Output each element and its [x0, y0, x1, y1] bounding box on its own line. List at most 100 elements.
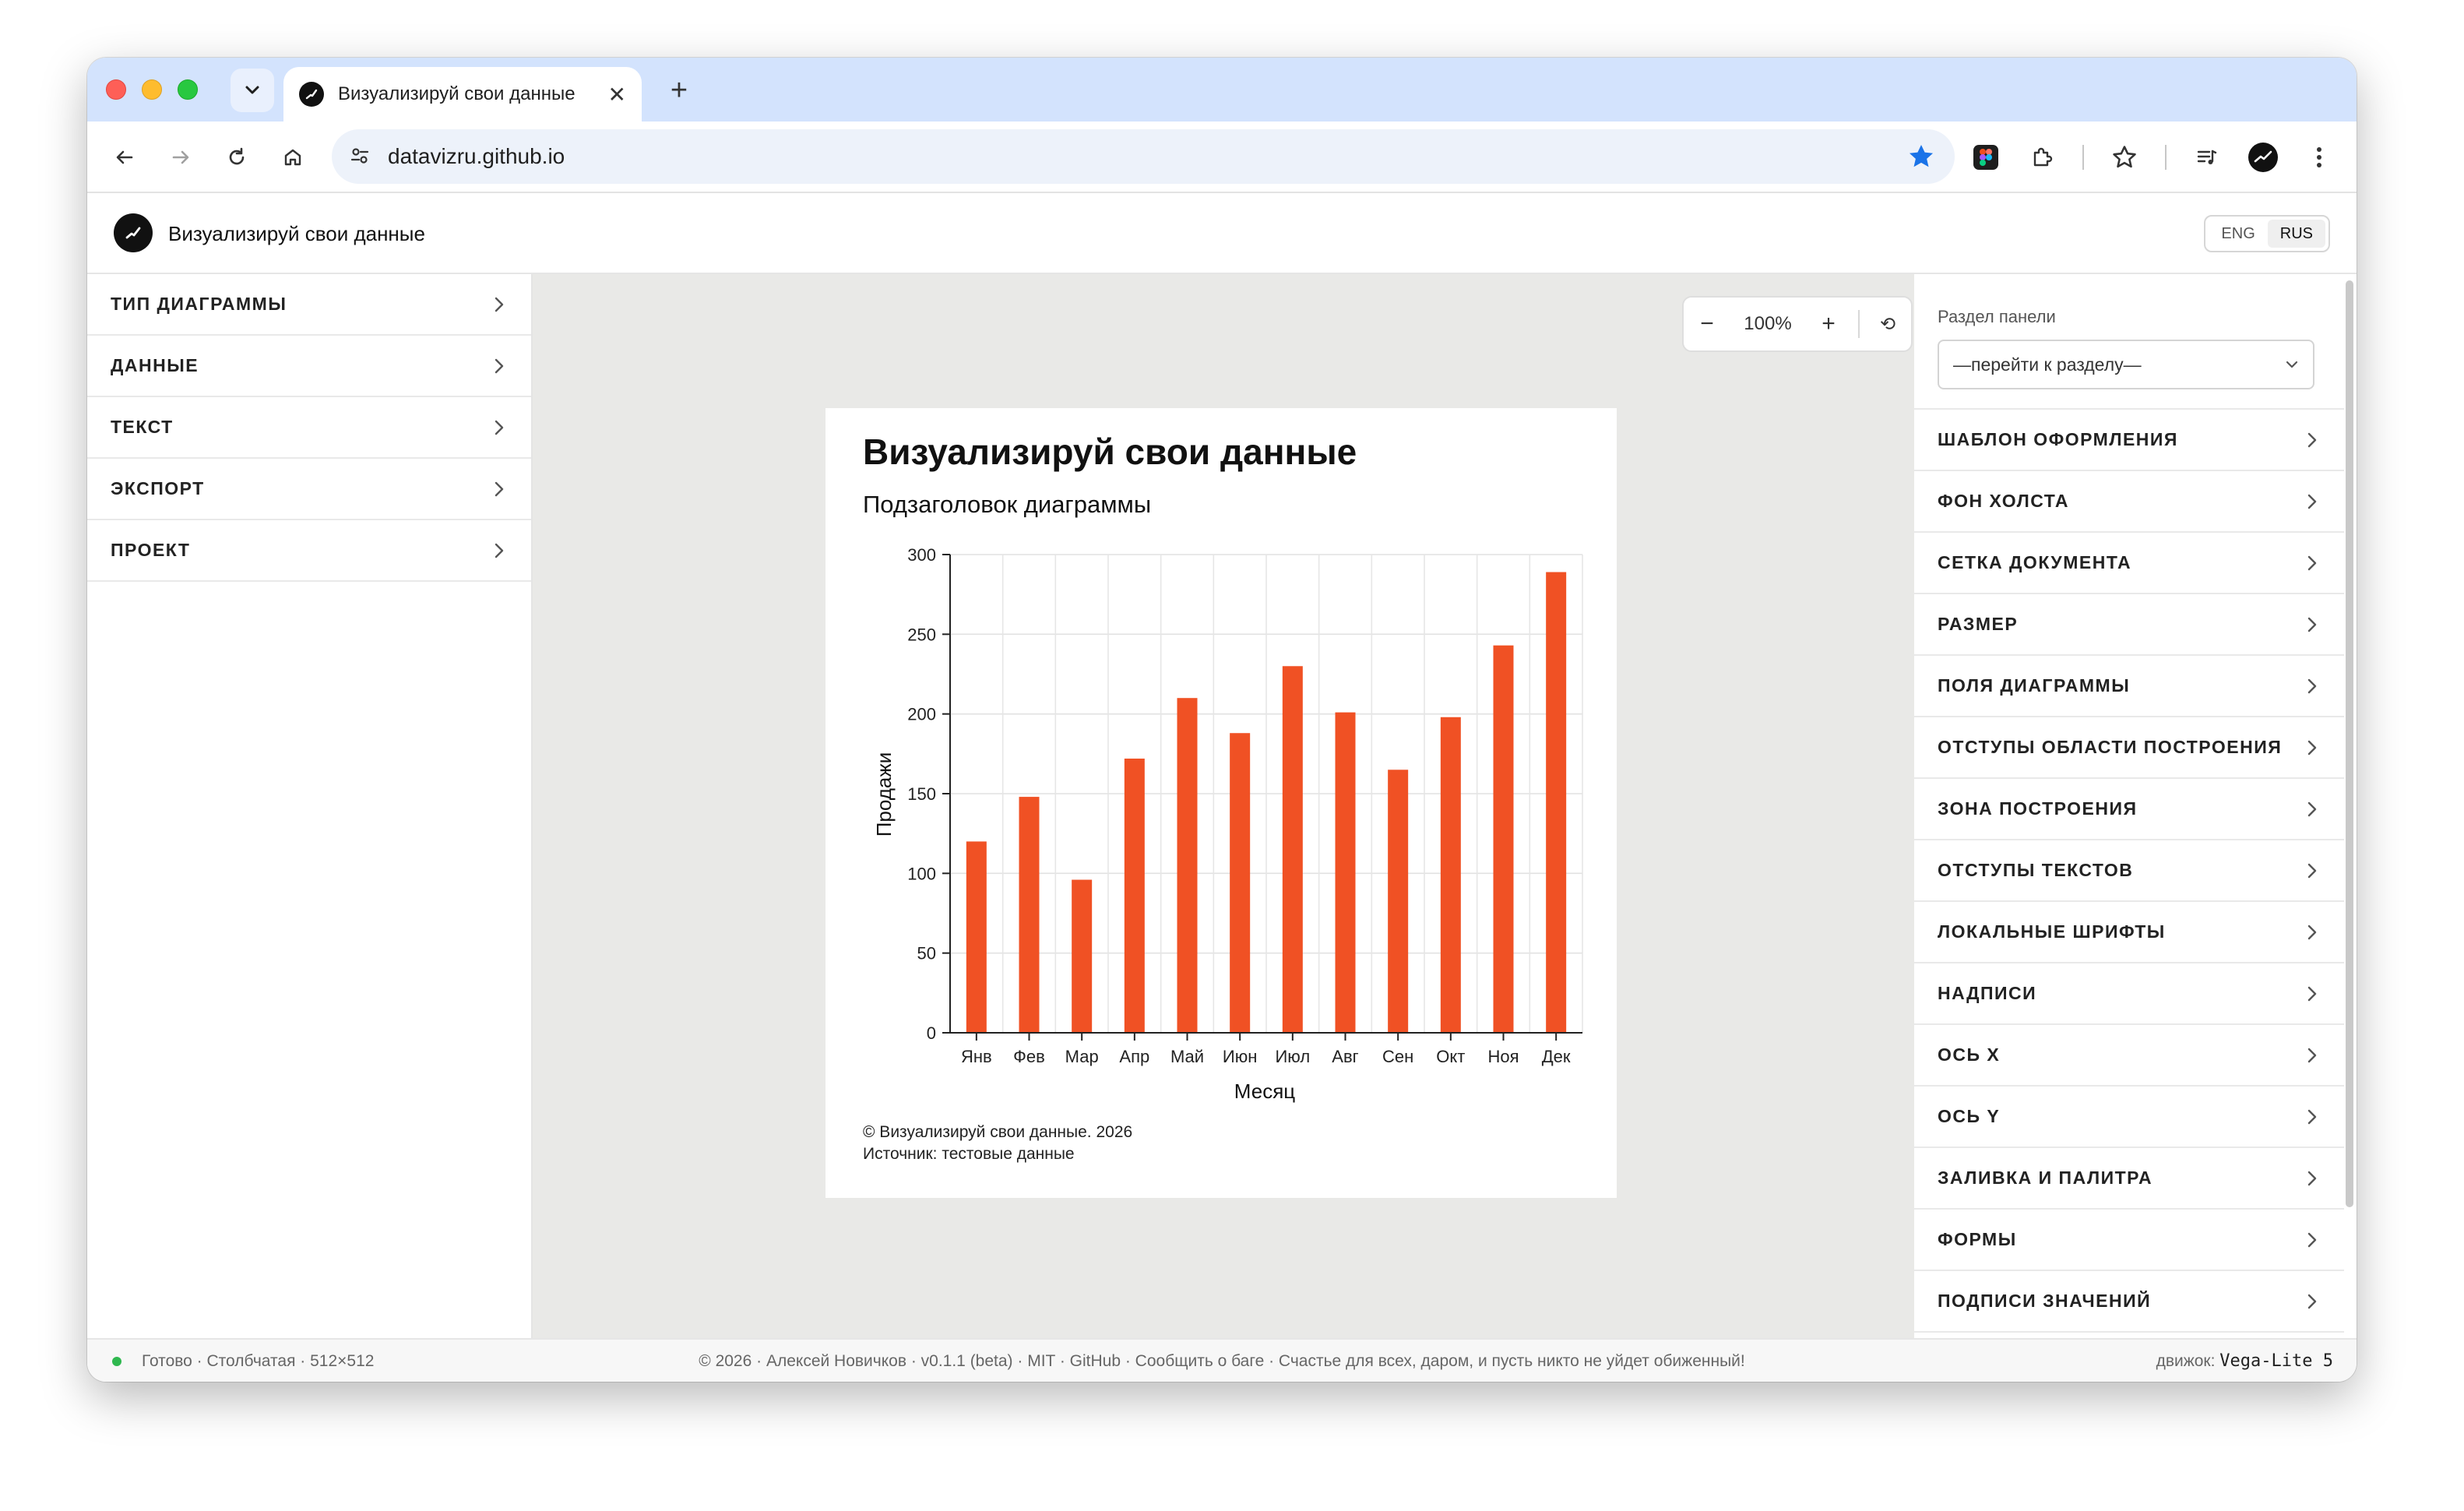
- settings-item-label: ПОДПИСИ ЗНАЧЕНИЙ: [1938, 1291, 2152, 1311]
- browser-tab[interactable]: Визуализируй свои данные ✕: [283, 67, 642, 122]
- lang-rus-button[interactable]: RUS: [2267, 220, 2325, 248]
- chart-card: Визуализируй свои данные Подзаголовок ди…: [825, 408, 1617, 1198]
- sidebar-item-label: ПРОЕКТ: [111, 540, 191, 560]
- y-tick-label: 0: [927, 1023, 936, 1043]
- menu-kebab-icon[interactable]: [2299, 137, 2339, 178]
- chevron-right-icon: [2304, 739, 2321, 756]
- extensions-icon[interactable]: [2022, 137, 2062, 178]
- bar[interactable]: [966, 841, 987, 1033]
- bar[interactable]: [1019, 797, 1040, 1033]
- y-tick-label: 50: [917, 944, 936, 963]
- settings-item[interactable]: НАДПИСИ: [1914, 963, 2344, 1025]
- chevron-right-icon: [2304, 1108, 2321, 1125]
- close-window-button[interactable]: [106, 79, 126, 100]
- zoom-in-button[interactable]: +: [1805, 311, 1852, 337]
- settings-item[interactable]: ШАБЛОН ОФОРМЛЕНИЯ: [1914, 410, 2344, 471]
- x-tick-label: Ноя: [1487, 1047, 1519, 1066]
- settings-item[interactable]: РАЗМЕР: [1914, 594, 2344, 656]
- settings-item[interactable]: ЗАЛИВКА И ПАЛИТРА: [1914, 1148, 2344, 1210]
- settings-item-label: РАЗМЕР: [1938, 614, 2019, 634]
- settings-item[interactable]: ФОН ХОЛСТА: [1914, 471, 2344, 533]
- bar[interactable]: [1388, 770, 1409, 1033]
- zoom-reset-icon[interactable]: ⟲: [1866, 313, 1910, 336]
- chevron-down-icon: [2286, 361, 2298, 368]
- settings-item[interactable]: СЕТКА ДОКУМЕНТА: [1914, 533, 2344, 594]
- profile-avatar[interactable]: [2243, 137, 2283, 178]
- settings-item[interactable]: ПОДПИСИ ЗНАЧЕНИЙ: [1914, 1271, 2344, 1333]
- home-button[interactable]: [273, 137, 313, 178]
- engine-info: движок: Vega-Lite 5: [2156, 1340, 2333, 1382]
- bar[interactable]: [1335, 712, 1356, 1033]
- settings-item[interactable]: ФОРМЫ: [1914, 1210, 2344, 1271]
- settings-item[interactable]: ОСЬ Y: [1914, 1087, 2344, 1148]
- bar[interactable]: [1493, 645, 1514, 1033]
- arrow-right-icon: [172, 150, 189, 164]
- tab-search-button[interactable]: [231, 69, 274, 112]
- settings-item-label: ОТСТУПЫ ОБЛАСТИ ПОСТРОЕНИЯ: [1938, 737, 2283, 757]
- sidebar-item-chart-type[interactable]: ТИП ДИАГРАММЫ: [87, 274, 531, 336]
- engine-label: движок:: [2156, 1352, 2216, 1370]
- x-tick-label: Апр: [1119, 1047, 1149, 1066]
- site-settings-icon[interactable]: [344, 140, 375, 171]
- arrow-left-icon: [116, 150, 133, 164]
- figma-extension-icon[interactable]: [1966, 137, 2006, 178]
- tab-close-icon[interactable]: ✕: [608, 82, 626, 107]
- bar[interactable]: [1440, 717, 1461, 1033]
- language-switch: ENG RUS: [2204, 215, 2330, 252]
- bar[interactable]: [1177, 698, 1198, 1033]
- address-bar[interactable]: datavizru.github.io: [332, 129, 1955, 184]
- chart-subtitle: Подзаголовок диаграммы: [863, 491, 1151, 518]
- maximize-window-button[interactable]: [178, 79, 198, 100]
- zoom-out-button[interactable]: −: [1684, 311, 1730, 337]
- settings-item-label: ОСЬ X: [1938, 1044, 2001, 1065]
- sidebar-item-text[interactable]: ТЕКСТ: [87, 397, 531, 459]
- reload-button[interactable]: [216, 137, 257, 178]
- y-tick-label: 250: [907, 625, 936, 644]
- x-tick-label: Окт: [1436, 1047, 1465, 1066]
- chevron-right-icon: [2304, 1293, 2321, 1310]
- settings-item[interactable]: ПОЛЯ ДИАГРАММЫ: [1914, 656, 2344, 717]
- settings-item-label: ФОРМЫ: [1938, 1229, 2017, 1249]
- chevron-down-icon: [245, 86, 259, 94]
- y-axis-label: Продажи: [872, 752, 896, 837]
- sidebar-item-project[interactable]: ПРОЕКТ: [87, 520, 531, 582]
- bar[interactable]: [1546, 572, 1567, 1033]
- new-tab-button[interactable]: +: [660, 72, 698, 109]
- chevron-right-icon: [491, 481, 508, 498]
- bar[interactable]: [1124, 758, 1145, 1033]
- x-axis-label: Месяц: [1234, 1080, 1295, 1103]
- chevron-right-icon: [2304, 1231, 2321, 1249]
- bar[interactable]: [1230, 733, 1251, 1033]
- chart-footer-source: Источник: тестовые данные: [863, 1145, 1075, 1163]
- bar[interactable]: [1072, 879, 1093, 1033]
- right-sidebar: Раздел панели —перейти к разделу— ШАБЛОН…: [1914, 274, 2357, 1338]
- media-controls-icon[interactable]: [2187, 137, 2227, 178]
- url-text[interactable]: datavizru.github.io: [388, 129, 565, 184]
- lang-eng-button[interactable]: ENG: [2209, 220, 2267, 248]
- chevron-right-icon: [491, 357, 508, 375]
- sidebar-item-label: ДАННЫЕ: [111, 355, 199, 375]
- scrollbar[interactable]: [2346, 280, 2353, 1207]
- x-tick-label: Сен: [1382, 1047, 1413, 1066]
- chevron-right-icon: [2304, 555, 2321, 572]
- back-button[interactable]: [104, 137, 145, 178]
- home-icon: [284, 149, 301, 166]
- x-tick-label: Июн: [1223, 1047, 1257, 1066]
- zoom-control: − 100% + ⟲: [1682, 296, 1913, 352]
- bar[interactable]: [1282, 666, 1303, 1033]
- bookmarks-icon[interactable]: [2104, 137, 2145, 178]
- sidebar-item-export[interactable]: ЭКСПОРТ: [87, 459, 531, 520]
- settings-item[interactable]: ОТСТУПЫ ТЕКСТОВ: [1914, 840, 2344, 902]
- chevron-right-icon: [491, 542, 508, 559]
- minimize-window-button[interactable]: [142, 79, 162, 100]
- settings-item[interactable]: ЛОКАЛЬНЫЕ ШРИФТЫ: [1914, 902, 2344, 963]
- settings-item[interactable]: ОСЬ X: [1914, 1025, 2344, 1087]
- x-tick-label: Авг: [1332, 1047, 1358, 1066]
- settings-item[interactable]: ОТСТУПЫ ОБЛАСТИ ПОСТРОЕНИЯ: [1914, 717, 2344, 779]
- bookmark-star-icon[interactable]: [1906, 142, 1936, 171]
- panel-section-select[interactable]: —перейти к разделу—: [1938, 340, 2314, 389]
- settings-item-label: ЗОНА ПОСТРОЕНИЯ: [1938, 798, 2138, 819]
- sidebar-item-data[interactable]: ДАННЫЕ: [87, 336, 531, 397]
- settings-item[interactable]: ЗОНА ПОСТРОЕНИЯ: [1914, 779, 2344, 840]
- forward-button[interactable]: [160, 137, 201, 178]
